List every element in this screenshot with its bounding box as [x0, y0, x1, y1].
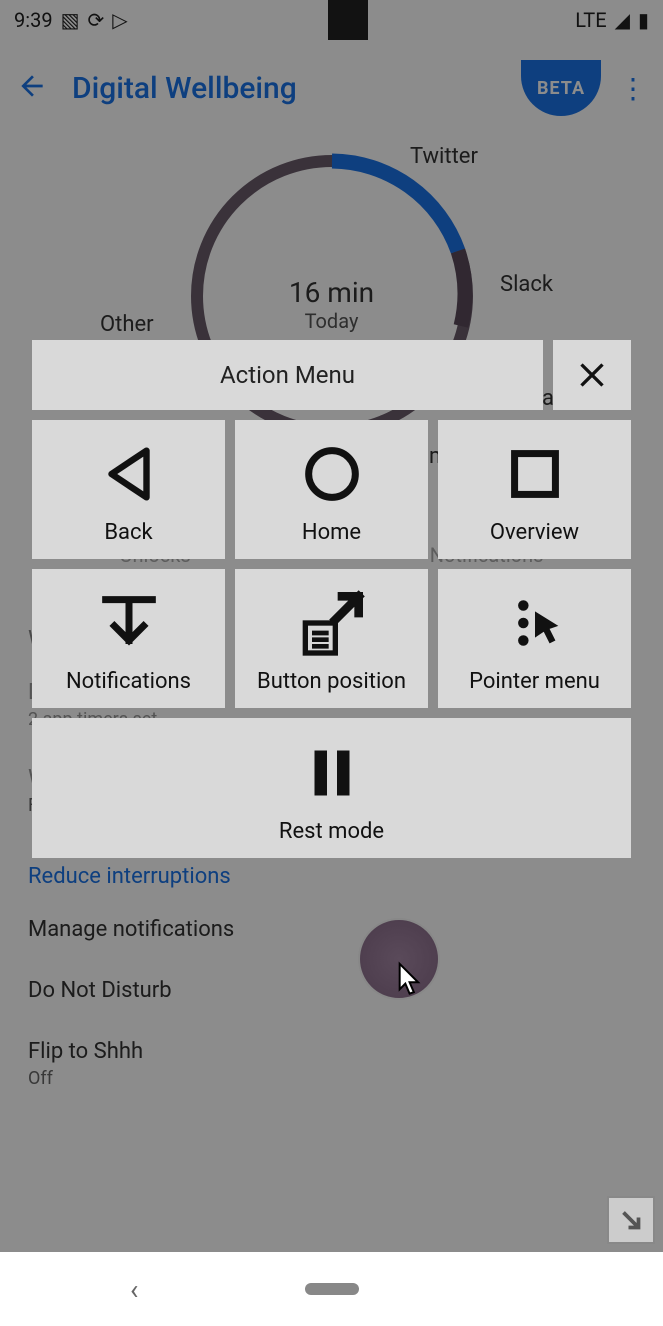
pointer-menu-icon [500, 583, 570, 663]
total-time: 16 min [289, 276, 374, 309]
flip-title: Flip to Shhh [28, 1039, 635, 1064]
flip-sub: Off [28, 1068, 635, 1089]
beta-badge: BETA [521, 60, 601, 116]
home-label: Home [302, 520, 361, 545]
button-position-button[interactable]: Button position [235, 569, 428, 708]
play-store-icon: ▷ [112, 8, 127, 32]
chart-label-twitter: Twitter [410, 144, 478, 169]
diagonal-arrow-icon [616, 1205, 646, 1235]
pull-down-icon [94, 583, 164, 663]
app-bar: Digital Wellbeing BETA ⋮ [0, 40, 663, 126]
back-arrow-icon[interactable] [16, 70, 48, 106]
rest-mode-button[interactable]: Rest mode [32, 718, 631, 858]
action-menu: Action Menu Back Home Overview [32, 340, 631, 868]
manage-notifications-title: Manage notifications [28, 917, 635, 942]
pointer-menu-button[interactable]: Pointer menu [438, 569, 631, 708]
overflow-menu-icon[interactable]: ⋮ [619, 72, 647, 105]
pointer-menu-label: Pointer menu [469, 669, 600, 694]
nav-home-pill[interactable] [305, 1283, 359, 1295]
status-bar: 9:39 ▧ ⟳ ▷ LTE ◢ ▮ [0, 0, 663, 40]
dnd-title: Do Not Disturb [28, 978, 635, 1003]
status-time: 9:39 [14, 8, 53, 32]
signal-icon: ◢ [615, 8, 630, 32]
rest-mode-label: Rest mode [279, 819, 384, 844]
flip-to-shhh-item[interactable]: Flip to Shhh Off [0, 1021, 663, 1107]
overview-label: Overview [490, 520, 579, 545]
image-icon: ▧ [61, 8, 80, 32]
notifications-button[interactable]: Notifications [32, 569, 225, 708]
refresh-icon: ⟳ [87, 8, 104, 32]
back-triangle-icon [94, 434, 164, 514]
cursor-arrow-icon [394, 958, 428, 998]
do-not-disturb-item[interactable]: Do Not Disturb [0, 960, 663, 1021]
now-playing-thumbnail [328, 0, 368, 40]
button-position-label: Button position [257, 669, 406, 694]
manage-notifications-item[interactable]: Manage notifications [0, 899, 663, 960]
home-button[interactable]: Home [235, 420, 428, 559]
overview-button[interactable]: Overview [438, 420, 631, 559]
overview-square-icon [500, 434, 570, 514]
pause-icon [302, 733, 362, 813]
back-button[interactable]: Back [32, 420, 225, 559]
system-nav-bar: ‹ [0, 1252, 663, 1326]
back-label: Back [104, 520, 152, 545]
battery-icon: ▮ [638, 8, 649, 32]
move-arrow-icon [292, 583, 372, 663]
network-label: LTE [575, 8, 606, 32]
home-circle-icon [297, 434, 367, 514]
notifications-label: Notifications [66, 669, 191, 694]
time-period: Today [289, 309, 374, 333]
page-title: Digital Wellbeing [72, 71, 521, 106]
nav-back-chevron-icon[interactable]: ‹ [130, 1273, 138, 1306]
chart-label-other: Other [100, 312, 154, 337]
close-button[interactable] [553, 340, 631, 410]
accessibility-move-handle[interactable] [607, 1196, 655, 1244]
chart-label-slack: Slack [500, 272, 553, 297]
close-icon [572, 355, 612, 395]
action-menu-title: Action Menu [32, 340, 543, 410]
